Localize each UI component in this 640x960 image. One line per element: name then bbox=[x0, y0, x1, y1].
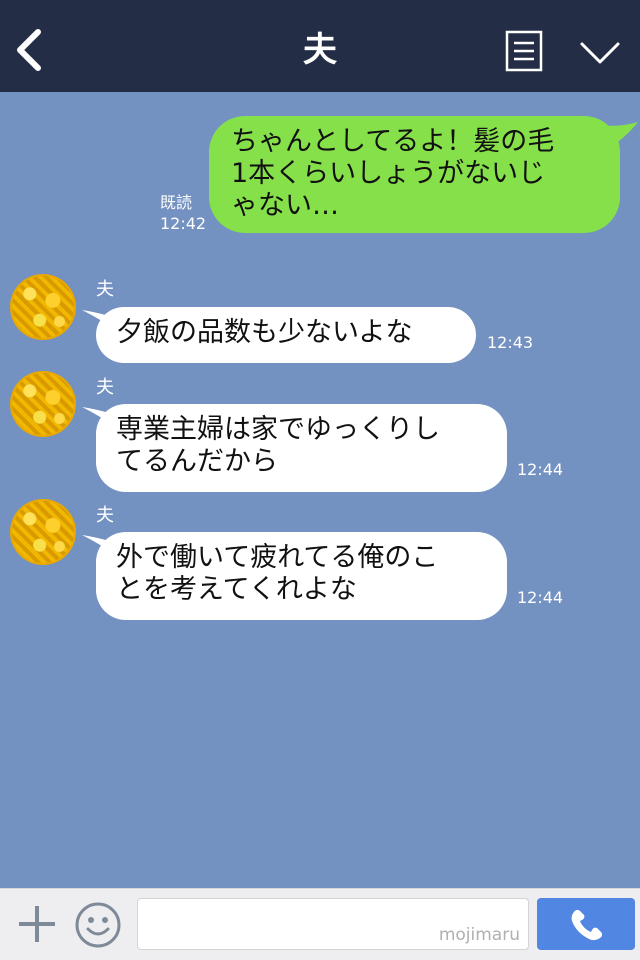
message-line: ちゃんとしてるよ！髪の毛 bbox=[231, 126, 555, 157]
message-time: 12:44 bbox=[517, 460, 564, 479]
chevron-down-icon bbox=[580, 42, 620, 64]
plus-icon bbox=[19, 906, 55, 942]
message-bubble-own[interactable]: ちゃんとしてるよ！髪の毛 1本くらいしょうがないじ ゃない… bbox=[209, 116, 620, 233]
call-button[interactable] bbox=[537, 898, 635, 950]
avatar[interactable] bbox=[10, 499, 76, 565]
phone-icon bbox=[571, 909, 603, 941]
avatar[interactable] bbox=[10, 274, 76, 340]
message-line: てるんだから bbox=[116, 446, 278, 477]
message-time: 12:43 bbox=[487, 333, 534, 352]
notes-button[interactable] bbox=[505, 30, 543, 72]
watermark-text: mojimaru bbox=[438, 925, 520, 945]
message-line: ゃない… bbox=[231, 190, 339, 221]
message-input[interactable]: mojimaru bbox=[137, 898, 529, 950]
message-bubble[interactable]: 専業主婦は家でゆっくりし てるんだから bbox=[96, 404, 507, 492]
emoji-button[interactable] bbox=[74, 901, 122, 949]
sender-name: 夫 bbox=[96, 505, 114, 526]
menu-dropdown-button[interactable] bbox=[576, 36, 624, 70]
message-input-bar: mojimaru bbox=[0, 888, 640, 960]
message-line: 専業主婦は家でゆっくりし bbox=[116, 414, 440, 445]
avatar[interactable] bbox=[10, 371, 76, 437]
message-line: 夕飯の品数も少ないよな bbox=[116, 317, 413, 348]
chevron-left-icon bbox=[17, 29, 41, 71]
back-button[interactable] bbox=[10, 24, 54, 76]
read-label: 既読 bbox=[160, 193, 193, 212]
message-bubble[interactable]: 夕飯の品数も少ないよな bbox=[96, 307, 476, 363]
message-time: 12:42 bbox=[160, 214, 207, 233]
add-attachment-button[interactable] bbox=[16, 903, 58, 945]
message-line: とを考えてくれよな bbox=[116, 574, 357, 605]
smiley-icon bbox=[75, 902, 121, 948]
sender-name: 夫 bbox=[96, 279, 114, 300]
message-line: 外で働いて疲れてる俺のこ bbox=[116, 542, 439, 573]
message-time: 12:44 bbox=[517, 588, 564, 607]
message-line: 1本くらいしょうがないじ bbox=[231, 158, 546, 189]
chat-title: 夫 bbox=[303, 30, 337, 70]
notes-icon bbox=[505, 30, 543, 72]
chat-area[interactable]: 既読 12:42 ちゃんとしてるよ！髪の毛 1本くらいしょうがないじ ゃない… … bbox=[0, 92, 640, 888]
sender-name: 夫 bbox=[96, 377, 114, 398]
read-receipt: 既読 12:42 bbox=[160, 192, 206, 234]
chat-header: 夫 bbox=[0, 0, 640, 92]
message-bubble[interactable]: 外で働いて疲れてる俺のこ とを考えてくれよな bbox=[96, 532, 507, 620]
